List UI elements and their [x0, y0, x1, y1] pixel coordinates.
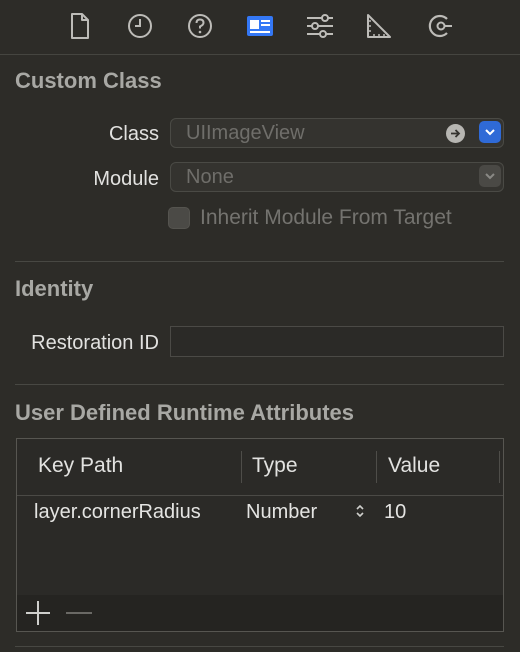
column-separator[interactable]	[499, 451, 500, 483]
inherit-module-checkbox[interactable]	[168, 207, 190, 229]
column-header-key-path[interactable]: Key Path	[38, 454, 123, 478]
header-border	[17, 495, 503, 496]
type-cell[interactable]: Number	[246, 501, 317, 524]
identity-title: Identity	[15, 276, 94, 301]
inspector-toolbar	[0, 0, 520, 55]
size-icon[interactable]	[364, 11, 394, 41]
value-cell[interactable]: 10	[384, 501, 406, 524]
module-label: Module	[93, 168, 159, 190]
section-divider	[15, 261, 504, 262]
identity-icon[interactable]	[245, 11, 275, 41]
column-separator[interactable]	[376, 451, 377, 483]
arrow-right-icon[interactable]	[446, 124, 465, 143]
section-divider	[15, 646, 504, 647]
custom-class-title: Custom Class	[15, 68, 162, 93]
class-combo[interactable]: UIImageView	[170, 118, 504, 148]
connections-icon[interactable]	[425, 11, 455, 41]
module-input[interactable]: None	[186, 166, 234, 189]
key-path-cell[interactable]: layer.cornerRadius	[34, 501, 201, 524]
attributes-icon[interactable]	[305, 11, 335, 41]
type-stepper-icon[interactable]	[355, 503, 365, 524]
remove-icon[interactable]	[65, 600, 93, 631]
runtime-attributes-title: User Defined Runtime Attributes	[15, 400, 355, 425]
table-footer	[17, 595, 503, 631]
section-divider	[15, 384, 504, 385]
file-icon[interactable]	[65, 11, 95, 41]
class-input[interactable]: UIImageView	[186, 122, 305, 145]
inherit-module-label: Inherit Module From Target	[200, 206, 452, 229]
history-icon[interactable]	[125, 11, 155, 41]
column-header-value[interactable]: Value	[388, 454, 440, 478]
chevron-down-icon[interactable]	[479, 121, 501, 143]
restoration-id-label: Restoration ID	[31, 332, 159, 354]
add-icon[interactable]	[25, 600, 51, 631]
class-label: Class	[108, 123, 159, 145]
chevron-down-icon[interactable]	[479, 165, 501, 187]
module-combo[interactable]: None	[170, 162, 504, 192]
runtime-attributes-table: Key Path Type Value layer.cornerRadius N…	[16, 438, 504, 632]
restoration-id-field[interactable]	[170, 326, 504, 357]
help-icon[interactable]	[185, 11, 215, 41]
column-separator[interactable]	[241, 451, 242, 483]
column-header-type[interactable]: Type	[252, 454, 298, 478]
